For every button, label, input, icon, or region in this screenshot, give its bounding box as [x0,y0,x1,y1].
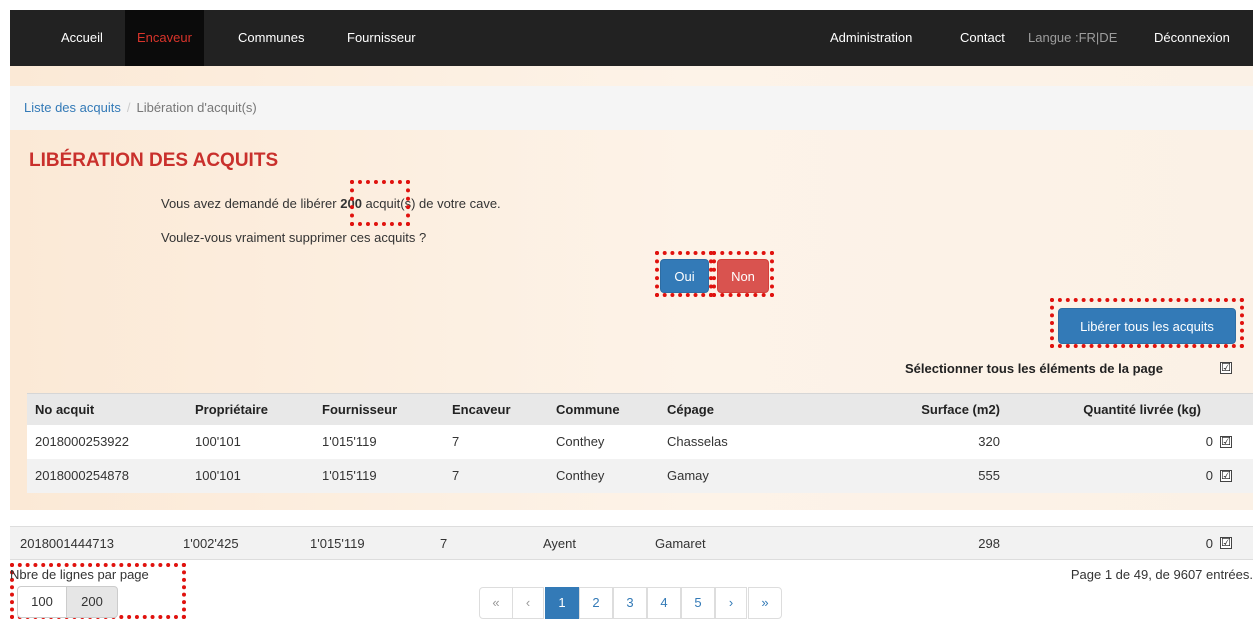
pagination-last[interactable]: » [748,587,782,619]
screenshot-cut-gap [0,510,1253,524]
col-proprietaire[interactable]: Propriétaire [195,394,268,426]
pagination-next[interactable]: › [715,587,747,619]
pagination-first[interactable]: « [479,587,513,619]
cell-cepage: Gamay [667,468,709,483]
select-all-label: Sélectionner tous les éléments de la pag… [905,361,1163,376]
page-info: Page 1 de 49, de 9607 entrées. [1070,567,1253,582]
cell-proprietaire: 1'002'425 [183,536,239,551]
pagination-page-3[interactable]: 3 [613,587,647,619]
nav-langue[interactable]: Langue :FR|DE [1028,10,1117,66]
breadcrumb-current: Libération d'acquit(s) [136,100,257,115]
col-commune[interactable]: Commune [556,394,620,426]
col-fournisseur[interactable]: Fournisseur [322,394,397,426]
row-checkbox[interactable]: ☑ [1220,470,1232,482]
nav-fournisseur[interactable]: Fournisseur [347,10,416,66]
breadcrumb-separator: / [126,100,131,115]
cell-encaveur: 7 [440,536,448,551]
rows-per-page-label: Nbre de lignes par page [10,567,149,582]
cell-proprietaire: 100'101 [195,468,241,483]
cell-commune: Ayent [543,536,577,551]
cell-no-acquit: 2018000254878 [35,468,129,483]
breadcrumb: Liste des acquits / Libération d'acquit(s) [10,86,1253,130]
rows-per-page-100[interactable]: 100 [17,586,67,618]
col-cepage[interactable]: Cépage [667,394,714,426]
oui-button[interactable]: Oui [660,259,709,293]
select-all-checkbox[interactable]: ☑ [1220,362,1232,374]
col-encaveur[interactable]: Encaveur [452,394,511,426]
cell-encaveur: 7 [452,468,460,483]
col-surface[interactable]: Surface (m2) [921,394,1000,426]
rows-per-page-200[interactable]: 200 [66,586,118,618]
pagination-page-1[interactable]: 1 [545,587,579,619]
cell-encaveur: 7 [452,434,460,449]
message-before: Vous avez demandé de libérer [161,196,341,211]
cell-quantite: 0 [1205,434,1213,449]
pagination-page-4[interactable]: 4 [647,587,681,619]
table-row[interactable]: 2018000254878 100'101 1'015'119 7 Conthe… [27,459,1253,493]
nav-accueil[interactable]: Accueil [61,10,103,66]
acquit-count: 200 [340,196,362,211]
nav-communes[interactable]: Communes [238,10,304,66]
table-row[interactable]: 2018001444713 1'002'425 1'015'119 7 Ayen… [10,526,1253,560]
cell-quantite: 0 [1205,536,1213,551]
cell-proprietaire: 100'101 [195,434,241,449]
cell-fournisseur: 1'015'119 [322,468,377,483]
cell-no-acquit: 2018001444713 [20,536,114,551]
breadcrumb-link-liste[interactable]: Liste des acquits [24,100,121,115]
message-after: acquit(s) de votre cave. [361,196,501,211]
nav-administration[interactable]: Administration [830,10,912,66]
cell-surface: 298 [978,536,1000,551]
table-row[interactable]: 2018000253922 100'101 1'015'119 7 Conthe… [27,425,1253,459]
row-checkbox[interactable]: ☑ [1220,537,1232,549]
pagination-page-2[interactable]: 2 [579,587,613,619]
liberer-tous-button[interactable]: Libérer tous les acquits [1058,308,1236,344]
col-no-acquit[interactable]: No acquit [35,394,94,426]
nav-deconnexion[interactable]: Déconnexion [1154,10,1230,66]
confirm-message: Vous avez demandé de libérer 200 acquit(… [161,196,501,211]
row-checkbox[interactable]: ☑ [1220,436,1232,448]
table-header: No acquit Propriétaire Fournisseur Encav… [27,393,1253,425]
confirm-question: Voulez-vous vraiment supprimer ces acqui… [161,230,427,245]
cell-cepage: Gamaret [655,536,706,551]
nav-encaveur[interactable]: Encaveur [125,10,204,66]
cell-cepage: Chasselas [667,434,728,449]
cell-commune: Conthey [556,434,605,449]
cell-fournisseur: 1'015'119 [310,536,365,551]
cell-quantite: 0 [1205,468,1213,483]
cell-surface: 320 [978,434,1000,449]
cell-fournisseur: 1'015'119 [322,434,377,449]
cell-no-acquit: 2018000253922 [35,434,129,449]
pagination-prev[interactable]: ‹ [512,587,544,619]
page-title: LIBÉRATION DES ACQUITS [29,150,279,171]
col-quantite[interactable]: Quantité livrée (kg) [1083,394,1201,426]
cell-commune: Conthey [556,468,605,483]
non-button[interactable]: Non [717,259,769,293]
nav-contact[interactable]: Contact [960,10,1005,66]
pagination-page-5[interactable]: 5 [681,587,715,619]
cell-surface: 555 [978,468,1000,483]
top-navbar: Accueil Encaveur Communes Fournisseur Ad… [10,10,1253,66]
